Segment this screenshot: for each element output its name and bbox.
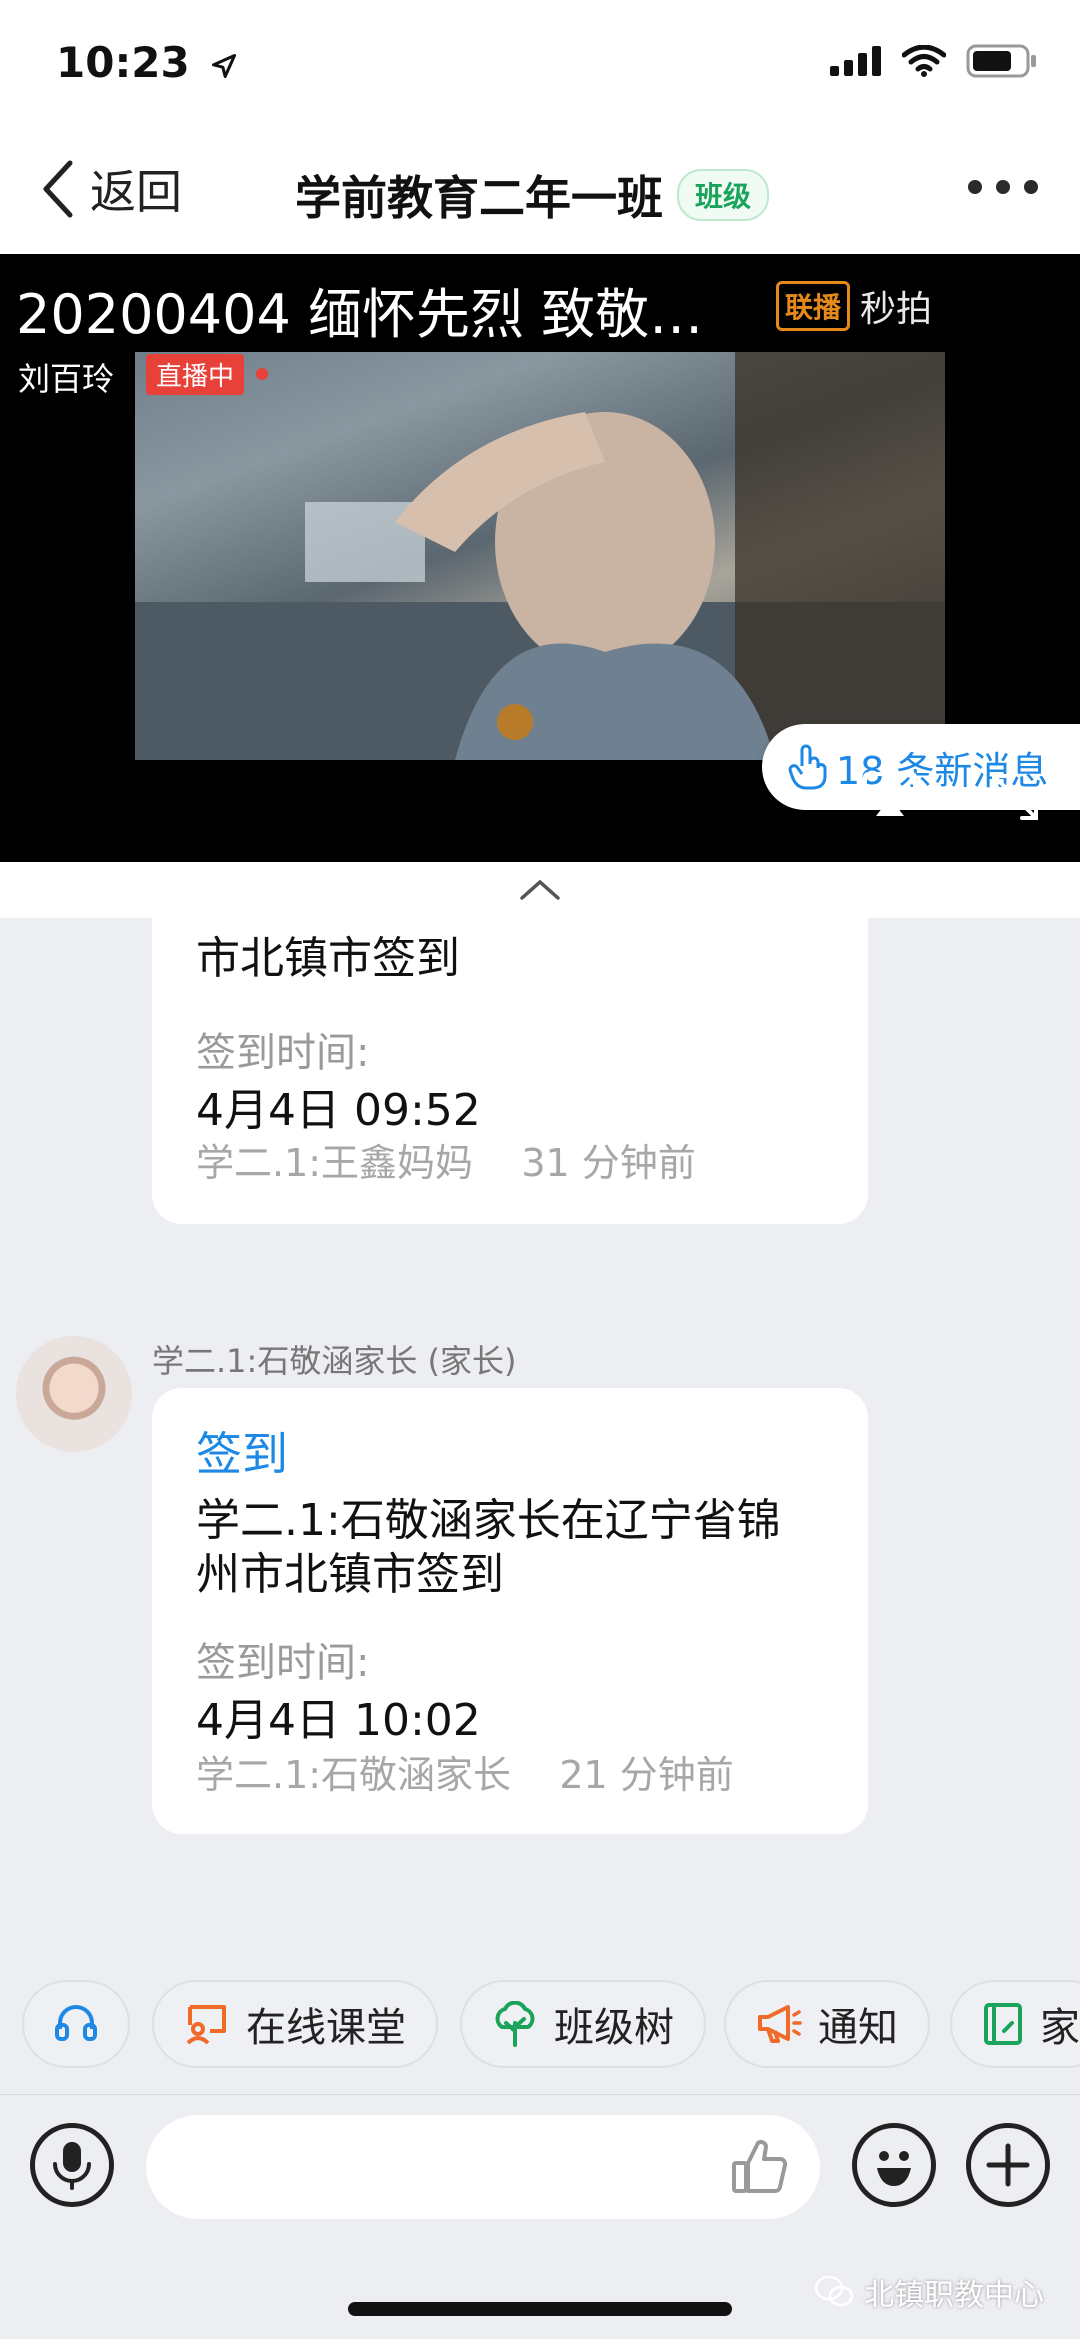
checkin-footer: 学二.1:王鑫妈妈 31 分钟前 [196, 1141, 696, 1185]
headset-icon [55, 2005, 97, 2041]
status-time-text: 10:23 [56, 38, 190, 87]
class-tree-chip[interactable]: 班级树 [460, 1980, 706, 2068]
chevron-left-icon [43, 160, 73, 218]
checkin-footer: 学二.1:石敬涵家长 21 分钟前 [196, 1753, 734, 1797]
checkin-action-label: 签到 [196, 1427, 288, 1481]
location-arrow-icon [212, 53, 237, 78]
class-tree-label: 班级树 [554, 2005, 674, 2051]
checkin-time-label: 签到时间: [196, 1030, 370, 1076]
add-button[interactable] [966, 2123, 1050, 2207]
checkin-text-line: 学二.1:石敬涵家长在辽宁省锦 [196, 1495, 781, 1546]
battery-icon [966, 44, 1036, 78]
video-host-name: 刘百玲 [18, 360, 115, 398]
more-options-button[interactable] [968, 180, 1038, 194]
notice-label: 通知 [818, 2005, 898, 2051]
dot-icon [1024, 180, 1038, 194]
home-school-label: 家 [1040, 2005, 1080, 2051]
video-title: 20200404 缅怀先烈 致敬… [16, 283, 704, 346]
checkin-time-value: 4月4日 09:52 [196, 1085, 481, 1136]
checkin-time-value: 4月4日 10:02 [196, 1695, 481, 1746]
tap-hand-icon [788, 744, 827, 790]
dot-icon [996, 180, 1010, 194]
page-title: 学前教育二年一班 [295, 171, 663, 225]
footer-watermark-text: 北镇职教中心 [864, 2278, 1044, 2313]
home-indicator[interactable] [348, 2302, 732, 2316]
megaphone-icon [758, 2005, 802, 2043]
wifi-icon [902, 45, 946, 77]
back-button[interactable]: 返回 [40, 156, 182, 222]
airplay-icon[interactable] [862, 772, 918, 818]
microphone-icon [53, 2142, 91, 2190]
checkin-text: 市北镇市签到 [196, 933, 460, 984]
fullscreen-icon[interactable] [990, 772, 1040, 822]
plus-icon [986, 2143, 1030, 2187]
checkin-text-line: 州市北镇市签到 [196, 1549, 504, 1600]
scroll-cover [0, 862, 1080, 918]
voice-button[interactable] [30, 2123, 114, 2207]
back-label: 返回 [90, 165, 182, 219]
thumbs-up-icon[interactable] [730, 2137, 790, 2197]
nav-title-group: 学前教育二年一班 班级 [295, 162, 770, 228]
chevron-up-icon[interactable] [518, 878, 562, 902]
checkin-message-card: 市北镇市签到 签到时间: 4月4日 09:52 学二.1:王鑫妈妈 31 分钟前 [152, 880, 868, 1224]
avatar[interactable] [16, 1336, 132, 1452]
message-input[interactable] [146, 2115, 820, 2219]
status-bar: 10:23 [0, 0, 1080, 132]
cellular-signal-icon [830, 46, 881, 76]
checkin-message-card[interactable]: 签到 学二.1:石敬涵家长在辽宁省锦 州市北镇市签到 签到时间: 4月4日 10… [152, 1388, 868, 1834]
class-badge: 班级 [677, 169, 770, 221]
live-indicator-dot [256, 368, 268, 380]
footer-watermark: 北镇职教中心 [814, 2270, 1044, 2314]
live-status-badge: 直播中 [146, 354, 245, 395]
home-school-chip[interactable]: 家 [950, 1980, 1080, 2068]
status-icons [830, 44, 1038, 78]
emoji-button[interactable] [852, 2123, 936, 2207]
notice-chip[interactable]: 通知 [724, 1980, 930, 2068]
sender-name: 学二.1:石敬涵家长 (家长) [152, 1342, 517, 1380]
watermark-box: 联播 [776, 281, 851, 331]
online-class-icon [186, 2005, 226, 2045]
online-class-label: 在线课堂 [246, 2005, 406, 2051]
nav-bar: 返回 学前教育二年一班 班级 [0, 132, 1080, 254]
notebook-icon [984, 2003, 1022, 2045]
online-class-chip[interactable]: 在线课堂 [152, 1980, 438, 2068]
smiley-icon [877, 2151, 911, 2186]
status-time: 10:23 [56, 38, 238, 87]
class-tree-icon [495, 2001, 535, 2047]
live-video-player[interactable]: 20200404 缅怀先烈 致敬… 刘百玲 直播中 联播 秒拍 18 条新消息 [0, 254, 1080, 862]
customer-service-chip[interactable] [22, 1980, 130, 2068]
video-frame [135, 352, 945, 760]
video-watermark: 联播 秒拍 [776, 280, 932, 332]
wechat-icon [814, 2275, 854, 2307]
dot-icon [968, 180, 982, 194]
watermark-text: 秒拍 [860, 289, 933, 330]
quick-actions-bar: 在线课堂 班级树 通知 家 [0, 1970, 1080, 2080]
video-scene-image [135, 352, 945, 760]
checkin-time-label: 签到时间: [196, 1640, 370, 1686]
